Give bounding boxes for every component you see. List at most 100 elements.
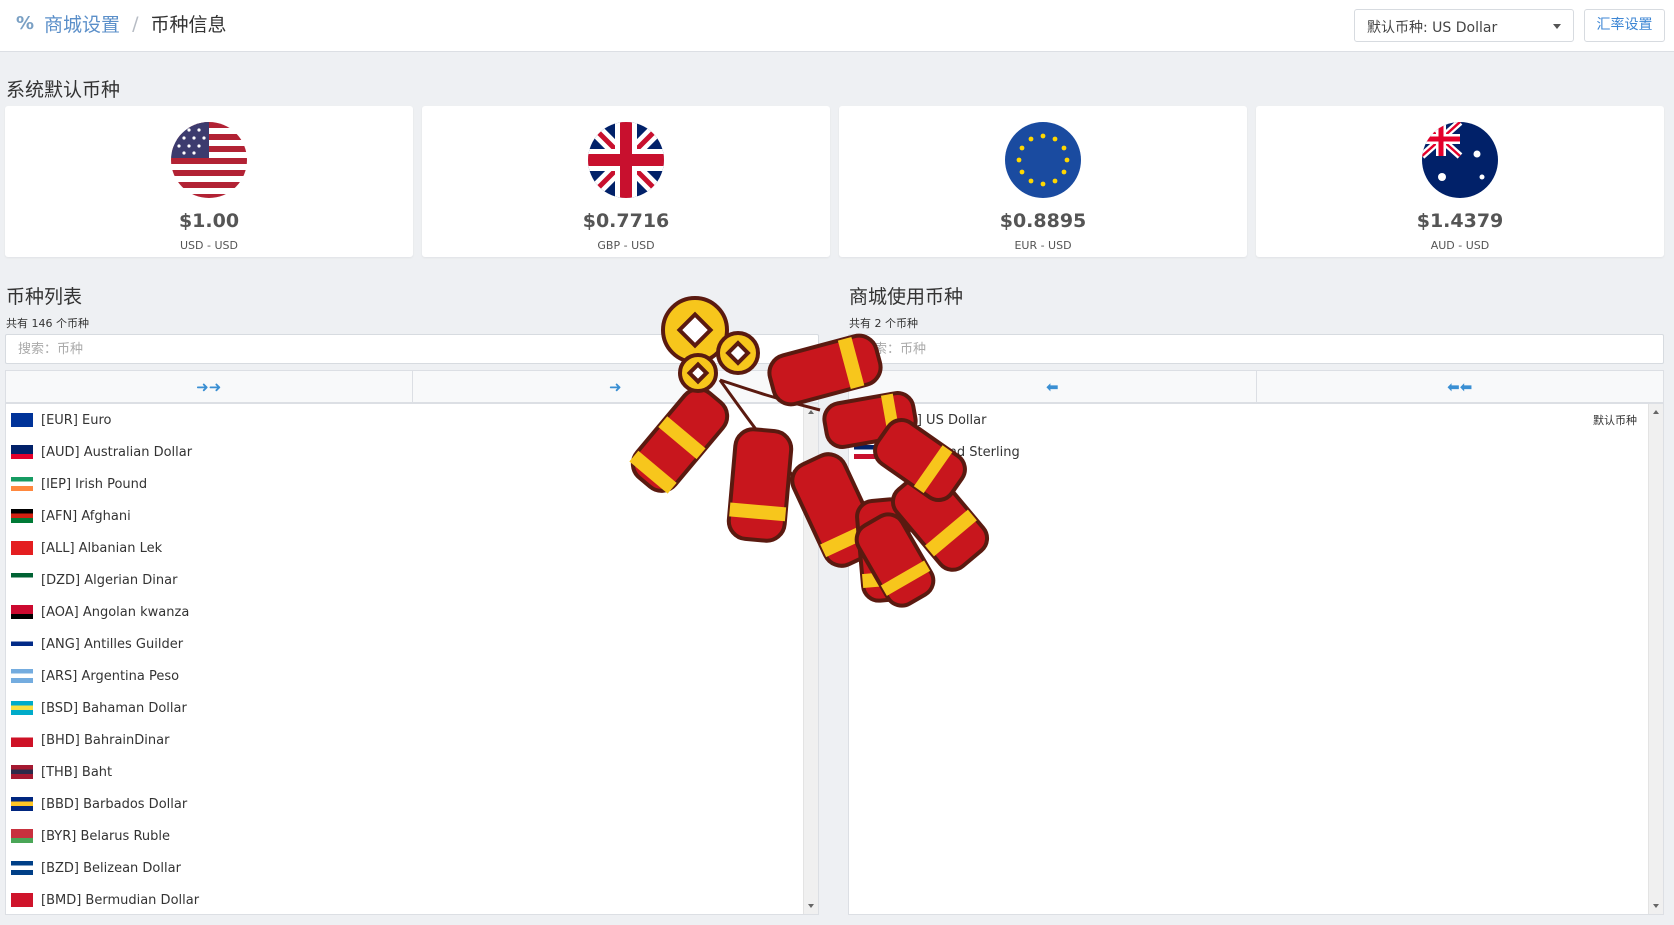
flag-icon (11, 701, 33, 715)
card-price: $1.4379 (1416, 210, 1504, 232)
list-item[interactable]: [EUR] Euro (6, 404, 818, 436)
flag-icon (11, 669, 33, 683)
currency-label: [DZD] Algerian Dinar (41, 572, 178, 588)
breadcrumb-root-link[interactable]: 商城设置 (44, 10, 120, 37)
list-item[interactable]: [AFN] Afghani (6, 500, 818, 532)
flag-icon (11, 861, 33, 875)
move-right-button[interactable]: ➜ (413, 371, 819, 402)
flag-icon (11, 541, 33, 555)
scrollbar[interactable] (803, 404, 818, 914)
flag-icon (11, 765, 33, 779)
store-search-input[interactable] (848, 334, 1664, 364)
eu-flag-icon (1005, 122, 1081, 198)
currency-move-buttons: ➜➜ ➜ (5, 370, 819, 403)
currency-list: [EUR] Euro [AUD] Australian Dollar [IEP] I… (5, 403, 819, 915)
flag-icon (11, 573, 33, 587)
list-item[interactable]: [AUD] Australian Dollar (6, 436, 818, 468)
scroll-down-icon[interactable] (1653, 904, 1659, 908)
scroll-up-icon[interactable] (1653, 410, 1659, 414)
currency-label: [USD] US Dollar (884, 412, 987, 428)
list-item[interactable]: [BHD] BahrainDinar (6, 724, 818, 756)
currency-card-aud: $1.4379 AUD - USD (1256, 106, 1664, 257)
card-price: $1.00 (178, 210, 240, 232)
list-item[interactable]: [AOA] Angolan kwanza (6, 596, 818, 628)
uk-flag-icon (588, 122, 664, 198)
list-item[interactable]: [ALL] Albanian Lek (6, 532, 818, 564)
currency-label: [BYR] Belarus Ruble (41, 828, 170, 844)
chevron-down-icon (1553, 24, 1561, 29)
flag-icon (11, 893, 33, 907)
currency-label: [ANG] Antilles Guilder (41, 636, 184, 652)
list-item[interactable]: [BYR] Belarus Ruble (6, 820, 818, 852)
default-currency-value: 默认币种: US Dollar (1367, 20, 1498, 36)
store-currency-count: 共有 2 个币种 (849, 317, 918, 330)
card-pair: AUD - USD (1430, 239, 1490, 252)
flag-icon (11, 477, 33, 491)
list-item[interactable]: [IEP] Irish Pound (6, 468, 818, 500)
currency-label: [ARS] Argentina Peso (41, 668, 180, 684)
card-price: $0.7716 (582, 210, 670, 232)
currency-label: [AUD] Australian Dollar (41, 444, 193, 460)
list-item[interactable]: [BBD] Barbados Dollar (6, 788, 818, 820)
default-currency-title: 系统默认币种 (6, 79, 121, 101)
currency-label: [BMD] Bermudian Dollar (41, 892, 200, 908)
list-item[interactable]: [ANG] Antilles Guilder (6, 628, 818, 660)
list-item[interactable]: [DZD] Algerian Dinar (6, 564, 818, 596)
flag-icon (11, 413, 33, 427)
currency-list-count: 共有 146 个币种 (6, 317, 89, 330)
list-item[interactable]: [THB] Baht (6, 756, 818, 788)
currency-label: [IEP] Irish Pound (41, 476, 148, 492)
list-item[interactable]: [BZD] Belizean Dollar (6, 852, 818, 884)
flag-icon (11, 829, 33, 843)
currency-search-input[interactable] (5, 334, 819, 364)
currency-label: [ALL] Albanian Lek (41, 540, 163, 556)
breadcrumb: % 商城设置 / 币种信息 (16, 10, 226, 37)
rate-settings-button[interactable]: 汇率设置 (1584, 9, 1665, 42)
percent-icon: % (16, 13, 35, 34)
list-item[interactable]: [BSD] Bahaman Dollar (6, 692, 818, 724)
store-move-buttons: ⬅ ⬅⬅ (848, 370, 1664, 403)
us-flag-icon (171, 122, 247, 198)
move-all-right-button[interactable]: ➜➜ (6, 371, 413, 402)
page-title: 币种信息 (150, 14, 227, 36)
currency-label: [AFN] Afghani (41, 508, 131, 524)
flag-icon (11, 509, 33, 523)
breadcrumb-separator: / (132, 12, 139, 35)
card-price: $0.8895 (999, 210, 1087, 232)
flag-icon (11, 637, 33, 651)
flag-icon (11, 797, 33, 811)
card-pair: USD - USD (180, 239, 238, 252)
currency-label: [BBD] Barbados Dollar (41, 796, 188, 812)
top-bar: % 商城设置 / 币种信息 默认币种: US Dollar 汇率设置 (0, 0, 1674, 52)
currency-card-gbp: $0.7716 GBP - USD (422, 106, 830, 257)
store-currency-list: [USD] US Dollar 默认币种 [GBP] Pound Sterling (848, 403, 1664, 915)
move-all-left-button[interactable]: ⬅⬅ (1257, 371, 1664, 402)
store-currency-title: 商城使用币种 (849, 286, 964, 308)
list-item[interactable]: [ARS] Argentina Peso (6, 660, 818, 692)
list-item[interactable]: [BMD] Bermudian Dollar (6, 884, 818, 914)
flag-icon (11, 605, 33, 619)
list-item[interactable]: [GBP] Pound Sterling (849, 436, 1663, 468)
currency-label: [GBP] Pound Sterling (884, 444, 1020, 460)
currency-card-eur: $0.8895 EUR - USD (839, 106, 1247, 257)
list-item[interactable]: [USD] US Dollar 默认币种 (849, 404, 1663, 436)
flag-icon (854, 413, 876, 427)
currency-label: [EUR] Euro (41, 412, 112, 428)
flag-icon (11, 445, 33, 459)
flag-icon (854, 445, 876, 459)
currency-label: [BZD] Belizean Dollar (41, 860, 181, 876)
currency-list-title: 币种列表 (6, 286, 83, 308)
scrollbar[interactable] (1648, 404, 1663, 914)
default-currency-badge: 默认币种 (1593, 414, 1637, 427)
card-pair: GBP - USD (597, 239, 655, 252)
scroll-down-icon[interactable] (808, 904, 814, 908)
move-left-button[interactable]: ⬅ (849, 371, 1257, 402)
currency-label: [THB] Baht (41, 764, 113, 780)
card-pair: EUR - USD (1014, 239, 1072, 252)
currency-label: [AOA] Angolan kwanza (41, 604, 190, 620)
default-currency-select[interactable]: 默认币种: US Dollar (1354, 9, 1574, 42)
au-flag-icon (1422, 122, 1498, 198)
currency-card-usd: $1.00 USD - USD (5, 106, 413, 257)
currency-label: [BHD] BahrainDinar (41, 732, 170, 748)
scroll-up-icon[interactable] (808, 410, 814, 414)
